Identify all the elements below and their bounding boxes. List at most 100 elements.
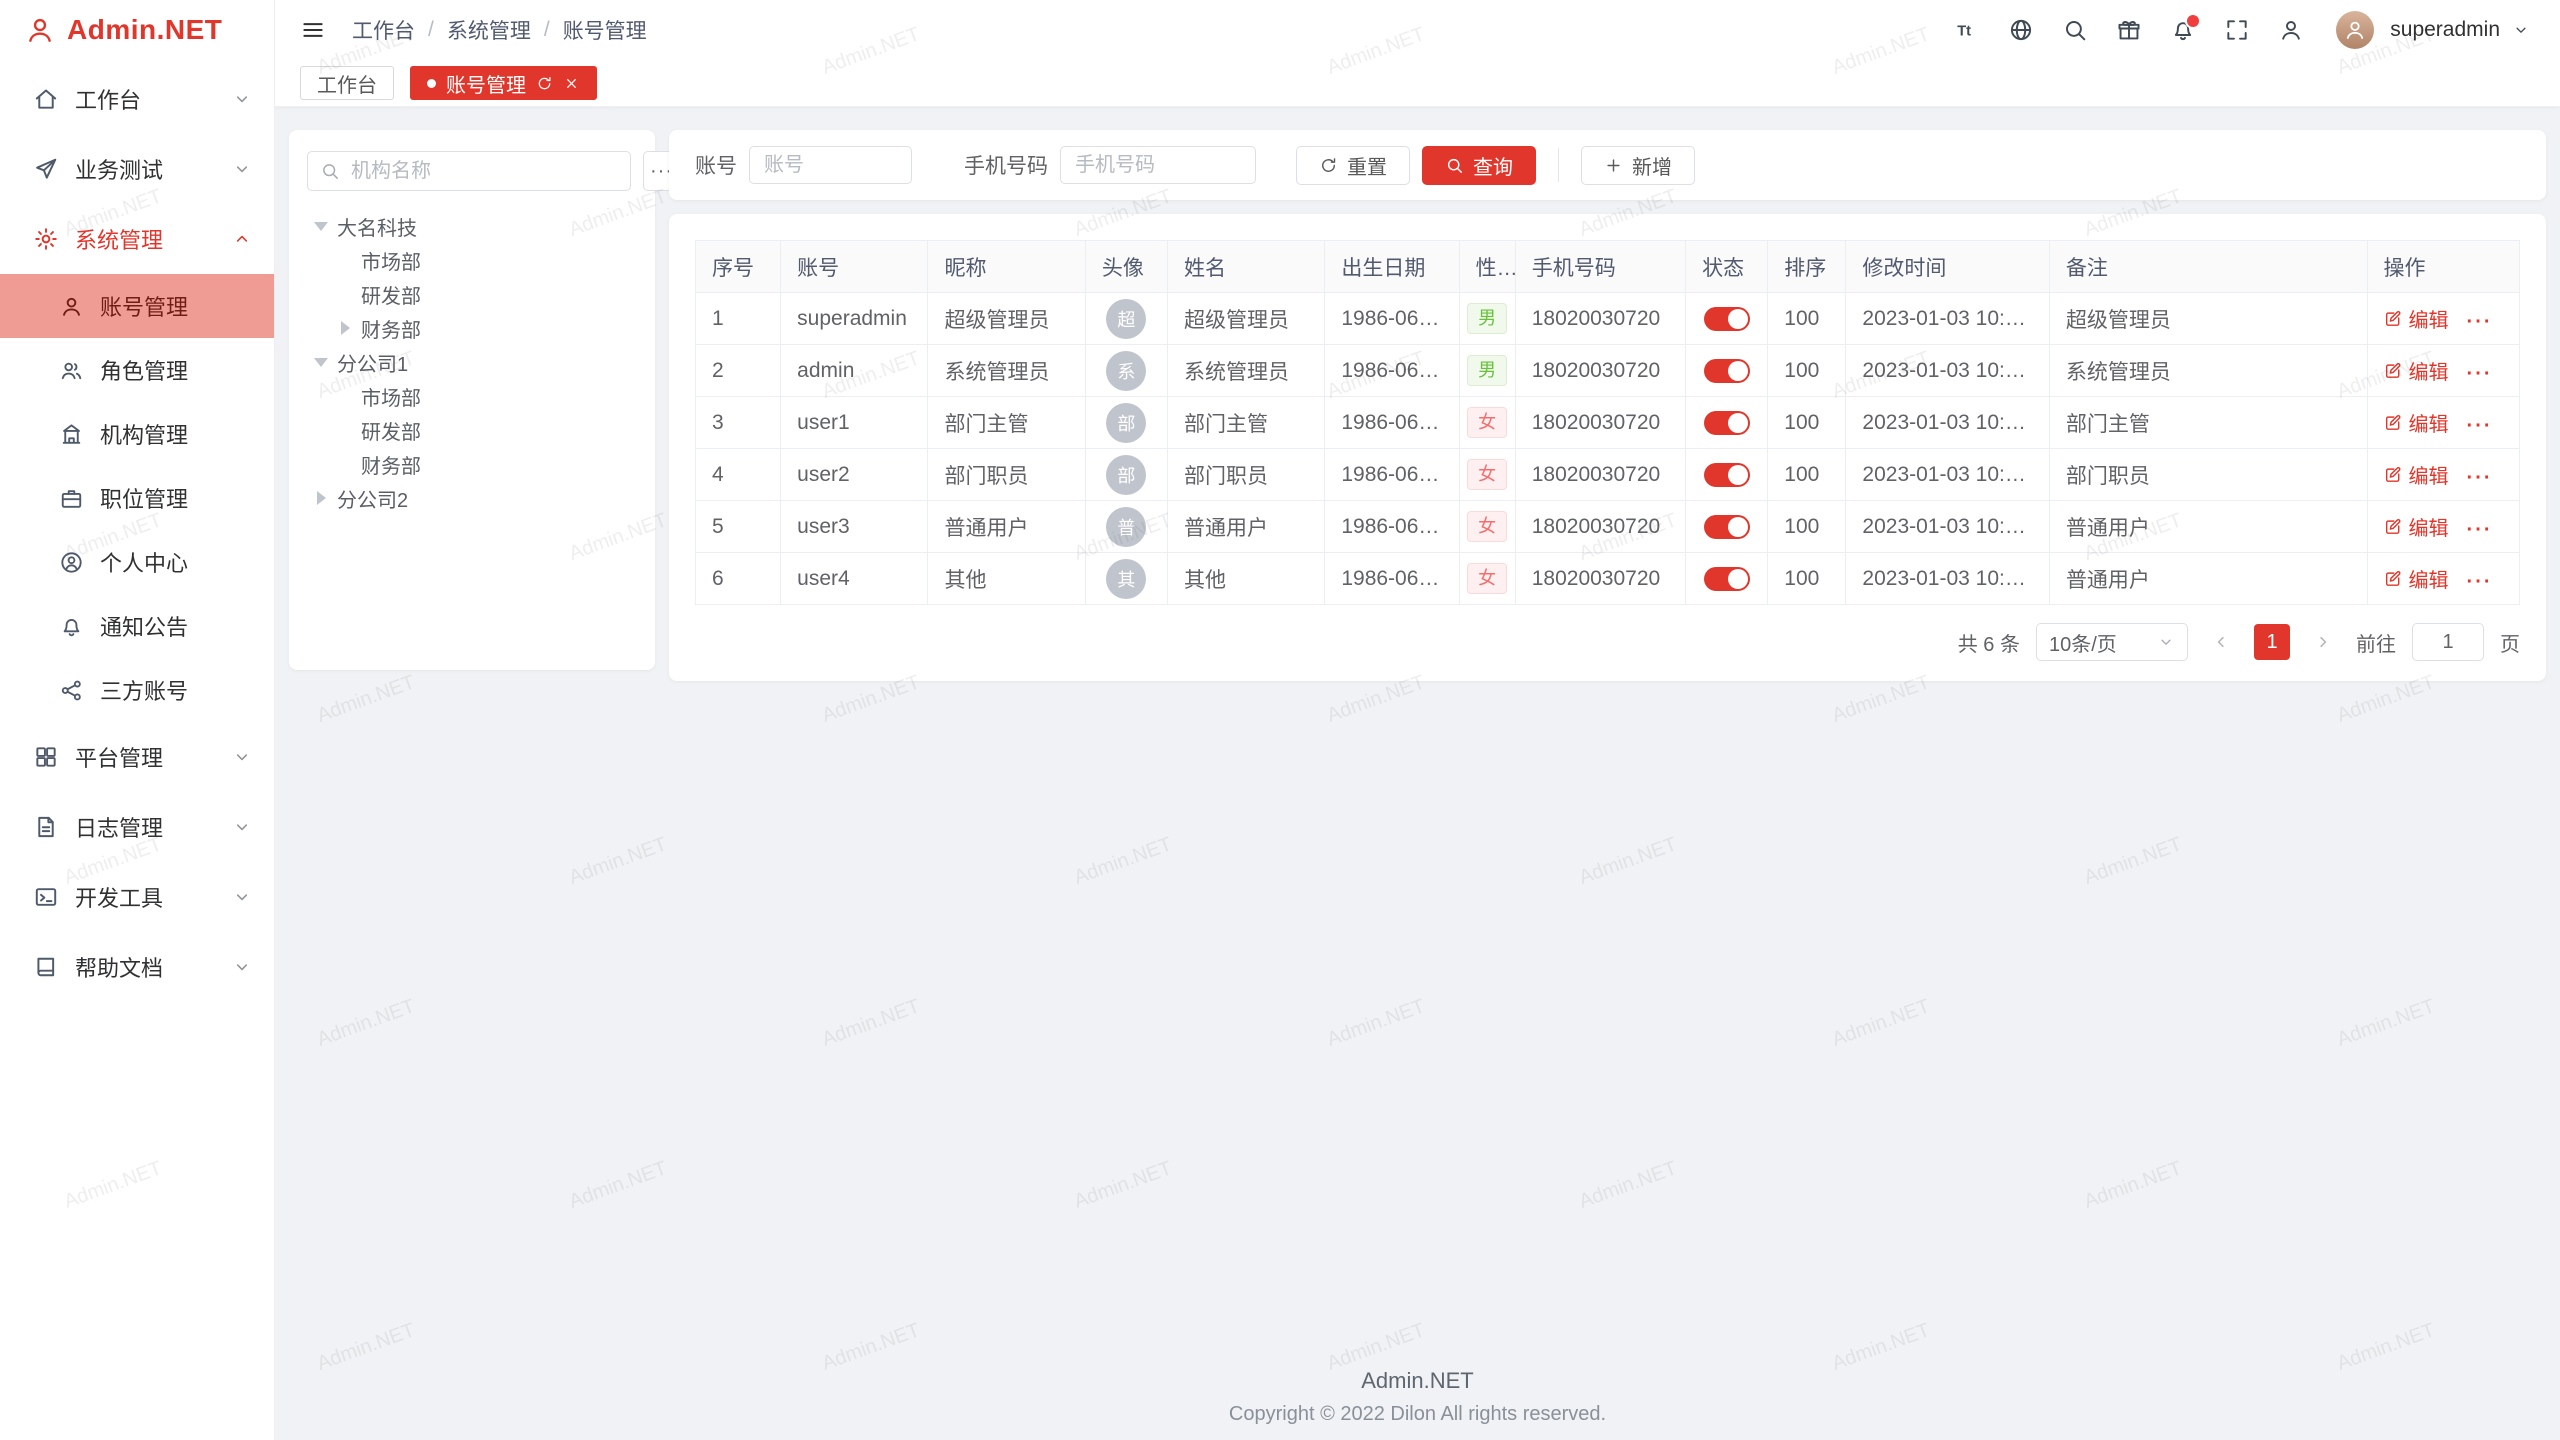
tree-node[interactable]: 市场部 [307,243,637,277]
fullscreen-icon[interactable] [2224,17,2250,43]
tab-refresh-icon[interactable] [536,75,553,92]
status-toggle[interactable] [1704,359,1750,383]
row-more-button[interactable]: ··· [2467,571,2493,593]
tab-2[interactable]: 账号管理 [410,66,597,100]
row-more-button[interactable]: ··· [2467,467,2493,489]
sidebar-item[interactable]: 开发工具 [0,862,274,932]
book-icon [33,954,59,980]
language-icon[interactable] [2008,17,2034,43]
footer-title: Admin.NET [275,1368,2560,1394]
status-toggle[interactable] [1704,307,1750,331]
edit-button[interactable]: 编辑 [2384,512,2449,541]
row-more-button[interactable]: ··· [2467,363,2493,385]
sidebar-item[interactable]: 帮助文档 [0,932,274,1002]
sidebar-subitem[interactable]: 职位管理 [0,466,274,530]
font-size-icon[interactable]: Tt [1954,17,1980,43]
sidebar-item-label: 帮助文档 [75,951,216,983]
status-toggle[interactable] [1704,463,1750,487]
tree-node[interactable]: 大名科技 [307,209,637,243]
status-toggle[interactable] [1704,567,1750,591]
sidebar-subitem[interactable]: 个人中心 [0,530,274,594]
page-1-button[interactable]: 1 [2254,624,2290,660]
hamburger-icon[interactable] [300,17,326,43]
column-header: 姓名 [1168,241,1325,293]
cell-status [1686,293,1768,345]
cell-time: 2023-01-03 10:59:44 [1846,293,2049,345]
tree-node[interactable]: 研发部 [307,277,637,311]
edit-button[interactable]: 编辑 [2384,460,2449,489]
sidebar-subitem[interactable]: 三方账号 [0,658,274,722]
tree-node[interactable]: 分公司1 [307,345,637,379]
tree-caret-slot [311,491,331,505]
edit-label: 编辑 [2409,408,2449,437]
edit-button[interactable]: 编辑 [2384,408,2449,437]
avatar[interactable] [2336,11,2374,49]
tab-close-icon[interactable] [563,75,580,92]
username[interactable]: superadmin [2390,18,2500,42]
edit-button[interactable]: 编辑 [2384,356,2449,385]
tree-node[interactable]: 财务部 [307,447,637,481]
cell-remark: 普通用户 [2049,553,2367,605]
edit-button[interactable]: 编辑 [2384,564,2449,593]
home-icon [33,86,59,112]
tree-caret-down-icon[interactable] [314,358,328,367]
logo[interactable]: Admin.NET [0,0,274,60]
status-toggle[interactable] [1704,515,1750,539]
breadcrumb-item[interactable]: 系统管理 [447,15,531,45]
sidebar-item[interactable]: 平台管理 [0,722,274,792]
next-page-button[interactable] [2306,625,2340,659]
org-search-input[interactable] [349,159,618,184]
tree-caret-slot [311,358,331,367]
tree-node-label: 市场部 [361,246,421,275]
navbar-right: Tt superadmin [1954,11,2530,49]
row-more-button[interactable]: ··· [2467,415,2493,437]
plus-icon [1604,156,1623,175]
search-icon[interactable] [2062,17,2088,43]
search-button[interactable]: 查询 [1422,146,1536,185]
refresh-icon [1319,156,1338,175]
sidebar-subitem[interactable]: 通知公告 [0,594,274,658]
tree-caret-down-icon[interactable] [314,222,328,231]
sidebar-subitem[interactable]: 角色管理 [0,338,274,402]
goto-page-input[interactable] [2412,623,2484,661]
cell-name: 部门主管 [1168,397,1325,449]
org-tree: 大名科技市场部研发部财务部分公司1市场部研发部财务部分公司2 [307,209,637,515]
tree-node[interactable]: 研发部 [307,413,637,447]
reset-button[interactable]: 重置 [1296,146,1410,185]
phone-input[interactable] [1060,146,1256,184]
tree-caret-right-icon[interactable] [317,491,326,505]
column-header: 性别 [1459,241,1515,293]
row-more-button[interactable]: ··· [2467,311,2493,333]
sidebar-item[interactable]: 日志管理 [0,792,274,862]
tree-node[interactable]: 财务部 [307,311,637,345]
breadcrumb-item[interactable]: 工作台 [352,15,415,45]
sidebar-item[interactable]: 工作台 [0,64,274,134]
row-more-button[interactable]: ··· [2467,519,2493,541]
profile-icon[interactable] [2278,17,2304,43]
sidebar-subitem[interactable]: 账号管理 [0,274,274,338]
add-label: 新增 [1632,151,1672,180]
account-input[interactable] [749,146,912,184]
sidebar-subitem[interactable]: 机构管理 [0,402,274,466]
sidebar-item[interactable]: 系统管理 [0,204,274,274]
sidebar-item[interactable]: 业务测试 [0,134,274,204]
breadcrumb-separator: / [428,18,434,42]
add-button[interactable]: 新增 [1581,146,1695,185]
prev-page-button[interactable] [2204,625,2238,659]
tree-node[interactable]: 市场部 [307,379,637,413]
tree-node[interactable]: 分公司2 [307,481,637,515]
edit-label: 编辑 [2409,512,2449,541]
tree-caret-right-icon[interactable] [341,321,350,335]
edit-button[interactable]: 编辑 [2384,304,2449,333]
breadcrumb-item[interactable]: 账号管理 [563,15,647,45]
cell-birth: 1986-06-28 [1325,553,1459,605]
tab-1[interactable]: 工作台 [300,66,394,100]
gender-badge: 女 [1467,459,1507,490]
status-toggle[interactable] [1704,411,1750,435]
theme-icon[interactable] [2116,17,2142,43]
org-tree-panel: ··· 大名科技市场部研发部财务部分公司1市场部研发部财务部分公司2 [289,130,655,670]
notification-button[interactable] [2170,17,2196,43]
edit-icon [2384,309,2403,328]
page-size-select[interactable]: 10条/页 [2036,623,2188,661]
chevron-down-icon[interactable] [2512,21,2530,39]
